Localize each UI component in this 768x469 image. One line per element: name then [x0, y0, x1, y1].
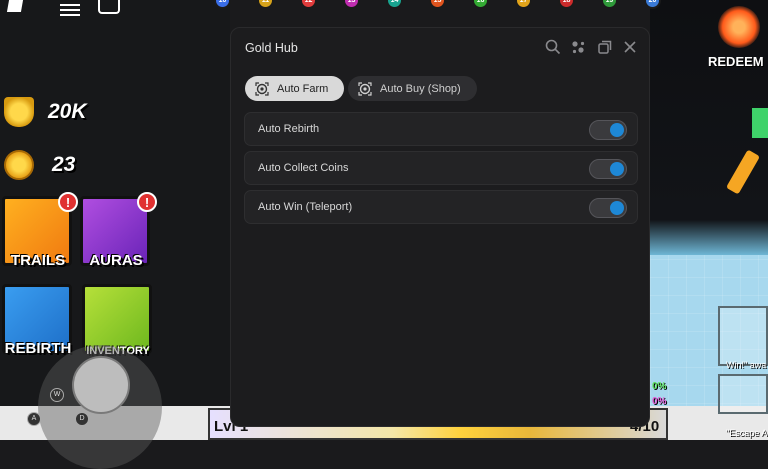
tab-auto-buy-shop[interactable]: Auto Buy (Shop) — [348, 76, 477, 101]
toggle-knob — [610, 123, 624, 137]
level-bubble: 14 — [386, 0, 403, 9]
auto-rebirth-toggle[interactable] — [589, 120, 627, 140]
level-bubble: 18 — [558, 0, 575, 9]
percent-label: 0% — [652, 396, 667, 407]
search-icon[interactable] — [545, 39, 561, 55]
auto-rebirth-row[interactable]: Auto Rebirth — [244, 112, 638, 146]
reward-panel — [718, 374, 768, 414]
auras-label: AURAS — [89, 252, 143, 269]
tab-auto-farm[interactable]: Auto Farm — [245, 76, 344, 101]
redeem-icon[interactable] — [718, 6, 760, 48]
toggle-label: Auto Win (Teleport) — [258, 201, 353, 213]
toggle-label: Auto Rebirth — [258, 123, 320, 135]
level-bubble: 17 — [515, 0, 532, 9]
window-title: Gold Hub — [245, 41, 298, 55]
level-bubble: 13 — [343, 0, 360, 9]
target-icon — [255, 81, 269, 96]
trophy-count: 20K — [48, 100, 87, 123]
notification-badge: ! — [137, 192, 157, 212]
coin-count: 23 — [52, 153, 76, 176]
joystick-thumb[interactable] — [72, 356, 130, 414]
chat-icon[interactable] — [98, 0, 120, 14]
coin-icon — [4, 150, 34, 180]
notification-badge: ! — [58, 192, 78, 212]
level-bubble: 12 — [300, 0, 317, 9]
auto-win-teleport-row[interactable]: Auto Win (Teleport) — [244, 190, 638, 224]
percent-label: 0% — [652, 381, 667, 392]
key-w-hint: W — [50, 388, 64, 402]
close-icon[interactable] — [622, 39, 638, 55]
rebirth-label: REBIRTH — [4, 340, 72, 357]
inventory-button[interactable]: INVENTORY — [82, 284, 152, 357]
gold-hub-window: Gold Hub Auto Farm Auto Buy (Shop) Auto … — [230, 27, 650, 427]
rebirth-button[interactable]: REBIRTH — [2, 284, 72, 357]
toggle-knob — [610, 201, 624, 215]
reward-panel — [718, 306, 768, 366]
trophy-icon — [4, 97, 34, 127]
toggle-label: Auto Collect Coins — [258, 162, 349, 174]
key-a-hint: A — [27, 412, 41, 426]
level-bubble: 11 — [257, 0, 274, 9]
level-bubble-strip: 10 11 12 13 14 15 16 17 18 19 20 — [214, 0, 670, 10]
tab-label: Auto Buy (Shop) — [380, 82, 461, 95]
toggle-knob — [610, 162, 624, 176]
level-bubble: 20 — [644, 0, 661, 9]
trails-label: TRAILS — [10, 252, 66, 269]
level-bubble: 16 — [472, 0, 489, 9]
trophy-stat: 20K — [4, 95, 87, 129]
settings-icon[interactable] — [571, 39, 587, 55]
redeem-label[interactable]: REDEEM — [708, 54, 764, 69]
key-d-hint: D — [75, 412, 89, 426]
level-bubble: 10 — [214, 0, 231, 9]
reward-text: Win!" awa — [726, 360, 767, 370]
green-button[interactable] — [752, 108, 768, 138]
level-bubble: 19 — [601, 0, 618, 9]
auto-win-teleport-toggle[interactable] — [589, 198, 627, 218]
auto-collect-coins-toggle[interactable] — [589, 159, 627, 179]
level-bubble: 15 — [429, 0, 446, 9]
coin-stat: 23 — [4, 148, 75, 182]
tab-label: Auto Farm — [277, 82, 329, 95]
roblox-logo-icon[interactable] — [6, 0, 24, 12]
minimize-icon[interactable] — [597, 39, 613, 55]
hamburger-menu-icon[interactable] — [60, 1, 80, 16]
reward-text: "Escape A — [726, 428, 768, 438]
auto-collect-coins-row[interactable]: Auto Collect Coins — [244, 151, 638, 185]
target-icon — [358, 81, 372, 96]
